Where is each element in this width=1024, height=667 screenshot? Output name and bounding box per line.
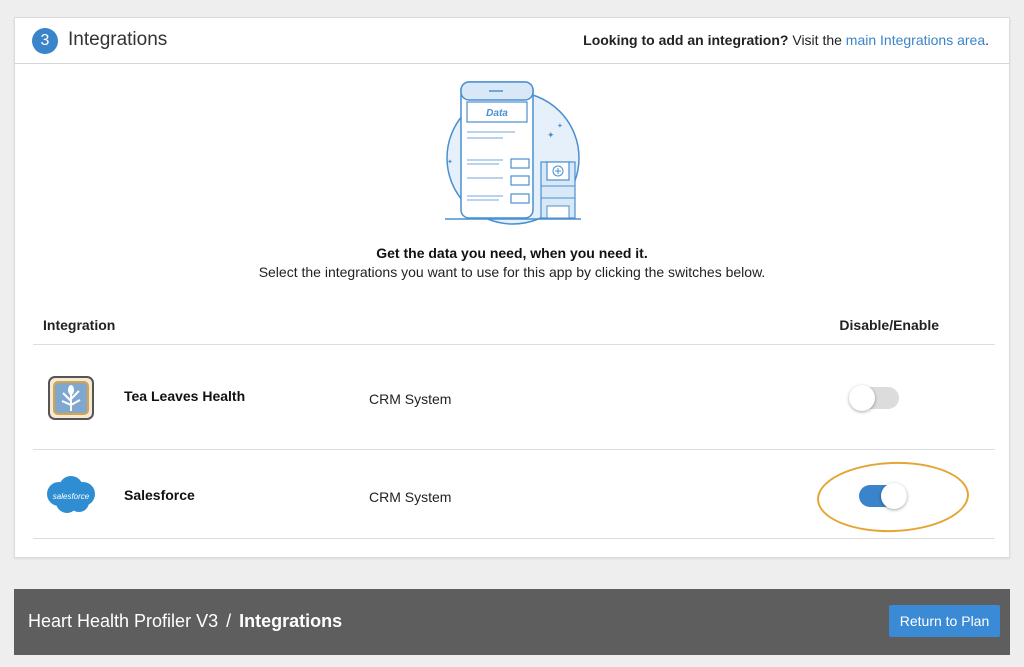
integration-illustration: Data ✦ ✦ ✦ [445,81,581,225]
card-header: 3 Integrations Looking to add an integra… [15,18,1009,64]
sparkle-icon: ✦ [547,130,555,140]
sparkle-icon: ✦ [557,122,563,130]
table-row: salesforce Salesforce CRM System [33,450,995,539]
salesforce-toggle[interactable] [859,483,907,509]
note-end: . [985,32,989,48]
data-label: Data [486,108,508,119]
integration-type: CRM System [369,489,452,505]
integration-name: Tea Leaves Health [124,388,246,404]
table-header: Integration Disable/Enable [33,308,995,345]
integration-name: Salesforce [124,487,195,503]
table-row: Tea Leaves Health CRM System [33,345,995,450]
toggle-knob [849,385,875,411]
salesforce-logo-text: salesforce [53,492,90,501]
breadcrumb-app[interactable]: Heart Health Profiler V3 [28,611,218,631]
integrations-card: 3 Integrations Looking to add an integra… [14,17,1010,558]
add-integration-note: Looking to add an integration? Visit the… [583,32,989,48]
main-integrations-link[interactable]: main Integrations area [846,32,985,48]
field-box-1 [510,158,530,169]
return-to-plan-button[interactable]: Return to Plan [889,605,1000,637]
intro-headline: Get the data you need, when you need it. [376,245,648,261]
section-title: Integrations [68,29,168,50]
note-text: Visit the [788,32,846,48]
tea-leaves-toggle[interactable] [849,385,899,411]
column-header-enable: Disable/Enable [839,317,939,333]
breadcrumb: Heart Health Profiler V3 / Integrations [28,611,342,632]
integrations-table: Integration Disable/Enable Tea Leaves He… [33,308,995,539]
field-box-3 [510,193,530,204]
salesforce-logo: salesforce [47,476,95,513]
column-header-integration: Integration [43,317,116,333]
toggle-knob [881,483,907,509]
hospital-door [546,205,570,219]
field-box-2 [510,175,530,186]
breadcrumb-separator: / [226,611,232,631]
tea-leaves-logo [48,376,94,420]
add-integration-question: Looking to add an integration? [583,32,789,48]
integration-type: CRM System [369,391,452,407]
step-badge: 3 [32,28,58,54]
breadcrumb-current: Integrations [239,611,343,631]
footer-bar: Heart Health Profiler V3 / Integrations Re… [14,589,1010,655]
sparkle-icon: ✦ [447,158,453,166]
intro-subtext: Select the integrations you want to use … [258,264,766,280]
